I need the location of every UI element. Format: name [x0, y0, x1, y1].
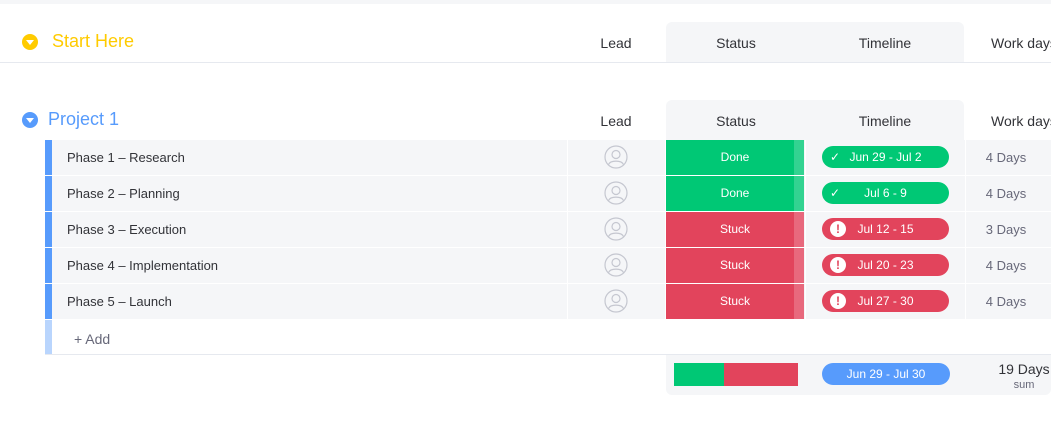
timeline-pill[interactable]: ✓ Jun 29 - Jul 2: [822, 146, 949, 168]
status-label[interactable]: Stuck: [666, 284, 804, 319]
timeline-summary[interactable]: Jun 29 - Jul 30: [822, 363, 950, 385]
status-text: Stuck: [719, 294, 750, 308]
column-header-lead[interactable]: Lead: [568, 113, 664, 129]
column-header-lead[interactable]: Lead: [568, 35, 664, 51]
status-summary-done: [674, 363, 724, 386]
work-days-sum: 19 Days: [998, 361, 1050, 377]
column-header-timeline[interactable]: Timeline: [806, 35, 964, 51]
column-header-timeline[interactable]: Timeline: [806, 113, 964, 129]
timeline-text: Jun 29 - Jul 2: [849, 150, 922, 164]
person-icon[interactable]: [604, 253, 628, 277]
column-header-status[interactable]: Status: [666, 35, 806, 51]
check-icon: ✓: [830, 186, 841, 200]
status-fold: [794, 212, 804, 247]
work-days-sum-label: sum: [1013, 379, 1035, 391]
timeline-text: Jul 6 - 9: [864, 186, 907, 200]
work-days-value: 4 Days: [985, 186, 1027, 201]
status-fold: [794, 284, 804, 319]
divider: [0, 62, 1051, 63]
cell-divider: [567, 212, 568, 247]
status-text: Done: [720, 186, 750, 200]
status-label[interactable]: Stuck: [666, 248, 804, 283]
table-row[interactable]: Phase 4 – Implementation Stuck ! Jul 20 …: [45, 248, 1051, 283]
column-header-work-days[interactable]: Work days: [966, 35, 1051, 51]
status-text: Stuck: [719, 222, 750, 236]
timeline-text: Jul 20 - 23: [857, 258, 914, 272]
cell-divider: [805, 176, 806, 211]
timeline-text: Jul 12 - 15: [857, 222, 914, 236]
cell-divider: [567, 176, 568, 211]
group-title[interactable]: Start Here: [52, 31, 134, 52]
column-header-work-days[interactable]: Work days: [966, 113, 1051, 129]
timeline-pill[interactable]: ! Jul 12 - 15: [822, 218, 949, 240]
work-days-value: 4 Days: [985, 258, 1027, 273]
timeline-pill[interactable]: ✓ Jul 6 - 9: [822, 182, 949, 204]
cell-divider: [805, 212, 806, 247]
work-days-value: 3 Days: [985, 222, 1027, 237]
status-summary-bar[interactable]: [674, 363, 798, 386]
timeline-pill[interactable]: ! Jul 27 - 30: [822, 290, 949, 312]
person-icon[interactable]: [604, 181, 628, 205]
status-fold: [794, 140, 804, 175]
board-top-strip: [0, 0, 1051, 4]
status-summary-stuck: [724, 363, 798, 386]
chevron-down-icon[interactable]: [22, 34, 38, 50]
item-name[interactable]: Phase 1 – Research: [67, 150, 185, 165]
work-days-value: 4 Days: [985, 150, 1027, 165]
status-text: Done: [720, 150, 750, 164]
alert-icon: !: [830, 293, 846, 309]
cell-divider: [805, 248, 806, 283]
item-name[interactable]: Phase 5 – Launch: [67, 294, 172, 309]
cell-divider: [567, 284, 568, 319]
check-icon: ✓: [830, 150, 841, 164]
group-color-bar: [45, 212, 52, 247]
table-row[interactable]: Phase 3 – Execution Stuck ! Jul 12 - 15 …: [45, 212, 1051, 247]
table-row[interactable]: Phase 1 – Research Done ✓ Jun 29 - Jul 2…: [45, 140, 1051, 175]
cell-divider: [805, 284, 806, 319]
cell-divider: [805, 140, 806, 175]
person-icon[interactable]: [604, 217, 628, 241]
group-color-bar: [45, 140, 52, 175]
status-fold: [794, 248, 804, 283]
column-header-status[interactable]: Status: [666, 113, 806, 129]
cell-divider: [567, 140, 568, 175]
status-label[interactable]: Done: [666, 176, 804, 211]
status-label[interactable]: Done: [666, 140, 804, 175]
group-title[interactable]: Project 1: [48, 109, 119, 130]
group-header-start-here: Start Here Lead Status Timeline Work day…: [0, 22, 1051, 62]
timeline-text: Jul 27 - 30: [857, 294, 914, 308]
table-row[interactable]: Phase 2 – Planning Done ✓ Jul 6 - 9 4 Da…: [45, 176, 1051, 211]
add-item-row[interactable]: + Add: [45, 320, 1051, 355]
add-item-button[interactable]: + Add: [74, 331, 110, 347]
work-days-value: 4 Days: [985, 294, 1027, 309]
item-name[interactable]: Phase 2 – Planning: [67, 186, 180, 201]
item-name[interactable]: Phase 3 – Execution: [67, 222, 186, 237]
status-text: Stuck: [719, 258, 750, 272]
group-color-bar: [45, 176, 52, 211]
chevron-down-icon[interactable]: [22, 112, 38, 128]
person-icon[interactable]: [604, 289, 628, 313]
group-color-bar: [45, 284, 52, 319]
status-label[interactable]: Stuck: [666, 212, 804, 247]
table-row[interactable]: Phase 5 – Launch Stuck ! Jul 27 - 30 4 D…: [45, 284, 1051, 319]
person-icon[interactable]: [604, 145, 628, 169]
status-fold: [794, 176, 804, 211]
group-color-bar: [45, 320, 52, 355]
group-header-project-1: Project 1 Lead Status Timeline Work days: [0, 100, 1051, 140]
cell-divider: [567, 248, 568, 283]
item-name[interactable]: Phase 4 – Implementation: [67, 258, 218, 273]
group-color-bar: [45, 248, 52, 283]
alert-icon: !: [830, 257, 846, 273]
alert-icon: !: [830, 221, 846, 237]
timeline-pill[interactable]: ! Jul 20 - 23: [822, 254, 949, 276]
